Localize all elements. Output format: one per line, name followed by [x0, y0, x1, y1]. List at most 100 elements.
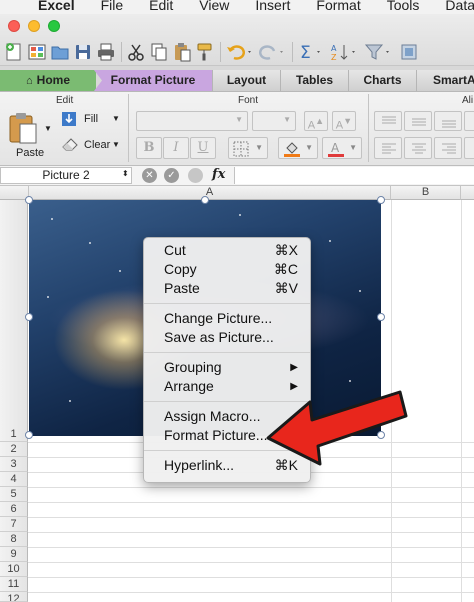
confirm-entry-button[interactable]: ✓ [164, 168, 179, 183]
toolbar-separator [121, 42, 122, 62]
underline-button[interactable]: U [190, 137, 216, 159]
row-header-8[interactable]: 8 [0, 532, 28, 547]
tab-format-picture[interactable]: Format Picture [94, 70, 212, 91]
menu-item-grouping[interactable]: Grouping ▶ [144, 358, 310, 377]
row-header-11[interactable]: 11 [0, 577, 28, 592]
template-gallery-icon[interactable] [27, 42, 47, 62]
resize-handle-top[interactable] [201, 196, 209, 204]
menu-item-paste[interactable]: Paste ⌘V [144, 279, 310, 298]
fill-icon[interactable] [61, 111, 77, 127]
font-name-select[interactable]: ▼ [136, 111, 248, 131]
minimize-window-button[interactable] [28, 20, 40, 32]
paste-large-icon[interactable] [8, 112, 38, 144]
italic-button[interactable]: I [163, 137, 189, 159]
menu-item-save-as-picture[interactable]: Save as Picture... [144, 328, 310, 347]
menu-item-copy[interactable]: Copy ⌘C [144, 260, 310, 279]
undo-icon[interactable] [226, 42, 254, 62]
align-right-button[interactable] [434, 137, 462, 159]
decrease-font-button[interactable]: A▼ [332, 111, 356, 132]
row-header-2[interactable]: 2 [0, 442, 28, 457]
increase-font-button[interactable]: A▲ [304, 111, 328, 132]
resize-handle-right[interactable] [377, 313, 385, 321]
tab-charts[interactable]: Charts [348, 70, 416, 91]
gallery-icon[interactable] [400, 42, 428, 62]
row-header-7[interactable]: 7 [0, 517, 28, 532]
row-header-5[interactable]: 5 [0, 487, 28, 502]
resize-handle-top-left[interactable] [25, 196, 33, 204]
eraser-icon[interactable] [60, 136, 80, 152]
menu-excel[interactable]: Excel [38, 0, 75, 12]
fill-label[interactable]: Fill [84, 113, 98, 125]
copy-icon[interactable] [149, 42, 169, 62]
insert-function-button[interactable]: fx [212, 167, 225, 182]
menu-item-label: Grouping [164, 359, 222, 375]
tab-tables[interactable]: Tables [280, 70, 348, 91]
menu-item-cut[interactable]: Cut ⌘X [144, 241, 310, 260]
align-top-button[interactable] [374, 111, 402, 131]
close-window-button[interactable] [8, 20, 20, 32]
open-folder-icon[interactable] [50, 42, 70, 62]
tab-home[interactable]: ⌂ Home [0, 70, 96, 91]
tab-smartart[interactable]: SmartA [416, 70, 474, 91]
menu-insert[interactable]: Insert [255, 0, 290, 12]
align-left-button[interactable] [374, 137, 402, 159]
fill-color-button[interactable]: ▼ [278, 137, 318, 159]
menu-data[interactable]: Data [445, 0, 474, 12]
resize-handle-bottom-left[interactable] [25, 431, 33, 439]
menu-view[interactable]: View [199, 0, 229, 12]
resize-handle-top-right[interactable] [377, 196, 385, 204]
cut-icon[interactable] [126, 42, 146, 62]
zoom-window-button[interactable] [48, 20, 60, 32]
row-header-12[interactable]: 12 [0, 592, 28, 602]
align-bottom-icon [442, 120, 456, 128]
menu-tools[interactable]: Tools [387, 0, 420, 12]
row-header-6[interactable]: 6 [0, 502, 28, 517]
column-header-a[interactable]: A [29, 186, 391, 200]
name-box-stepper-icon[interactable]: ⬍ [122, 169, 129, 178]
row-header-4[interactable]: 4 [0, 472, 28, 487]
justify-button[interactable] [464, 137, 474, 159]
align-middle-icon [412, 118, 426, 126]
column-header-c[interactable] [461, 186, 474, 200]
align-middle-button[interactable] [404, 111, 432, 131]
paste-dropdown-icon[interactable]: ▼ [44, 124, 52, 133]
wrap-text-button[interactable] [464, 111, 474, 131]
bold-button[interactable]: B [136, 137, 162, 159]
font-size-select[interactable]: ▼ [252, 111, 296, 131]
menu-file[interactable]: File [101, 0, 124, 12]
row-header-1[interactable]: 1 [0, 200, 28, 442]
clear-label[interactable]: Clear [84, 139, 110, 151]
resize-handle-left[interactable] [25, 313, 33, 321]
menu-format[interactable]: Format [316, 0, 360, 12]
redo-icon[interactable] [258, 42, 286, 62]
formula-input[interactable] [234, 167, 474, 184]
row-header-3[interactable]: 3 [0, 457, 28, 472]
save-icon[interactable] [73, 42, 93, 62]
align-bottom-button[interactable] [434, 111, 462, 131]
borders-button[interactable]: ▼ [228, 137, 268, 159]
print-icon[interactable] [96, 42, 116, 62]
paste-label[interactable]: Paste [16, 147, 44, 159]
name-box[interactable]: Picture 2 [0, 167, 132, 184]
format-painter-icon[interactable] [195, 42, 215, 62]
align-left-icon [382, 143, 396, 154]
star [329, 240, 331, 242]
row-header-9[interactable]: 9 [0, 547, 28, 562]
filter-icon[interactable] [364, 42, 394, 62]
row-header-10[interactable]: 10 [0, 562, 28, 577]
menu-edit[interactable]: Edit [149, 0, 173, 12]
tab-layout[interactable]: Layout [212, 70, 280, 91]
sort-icon[interactable]: AZ [330, 42, 360, 62]
font-color-button[interactable]: A ▼ [322, 137, 362, 159]
paste-icon[interactable] [172, 42, 192, 62]
formula-options-button[interactable] [188, 168, 203, 183]
shortcut-label: ⌘V [274, 280, 298, 296]
cancel-entry-button[interactable]: ✕ [142, 168, 157, 183]
column-header-b[interactable]: B [391, 186, 461, 200]
menu-item-change-picture[interactable]: Change Picture... [144, 309, 310, 328]
clear-dropdown-icon[interactable]: ▼ [112, 140, 120, 149]
new-document-icon[interactable] [4, 42, 24, 62]
autosum-icon[interactable]: Σ [298, 42, 326, 62]
fill-dropdown-icon[interactable]: ▼ [112, 114, 120, 123]
align-center-button[interactable] [404, 137, 432, 159]
